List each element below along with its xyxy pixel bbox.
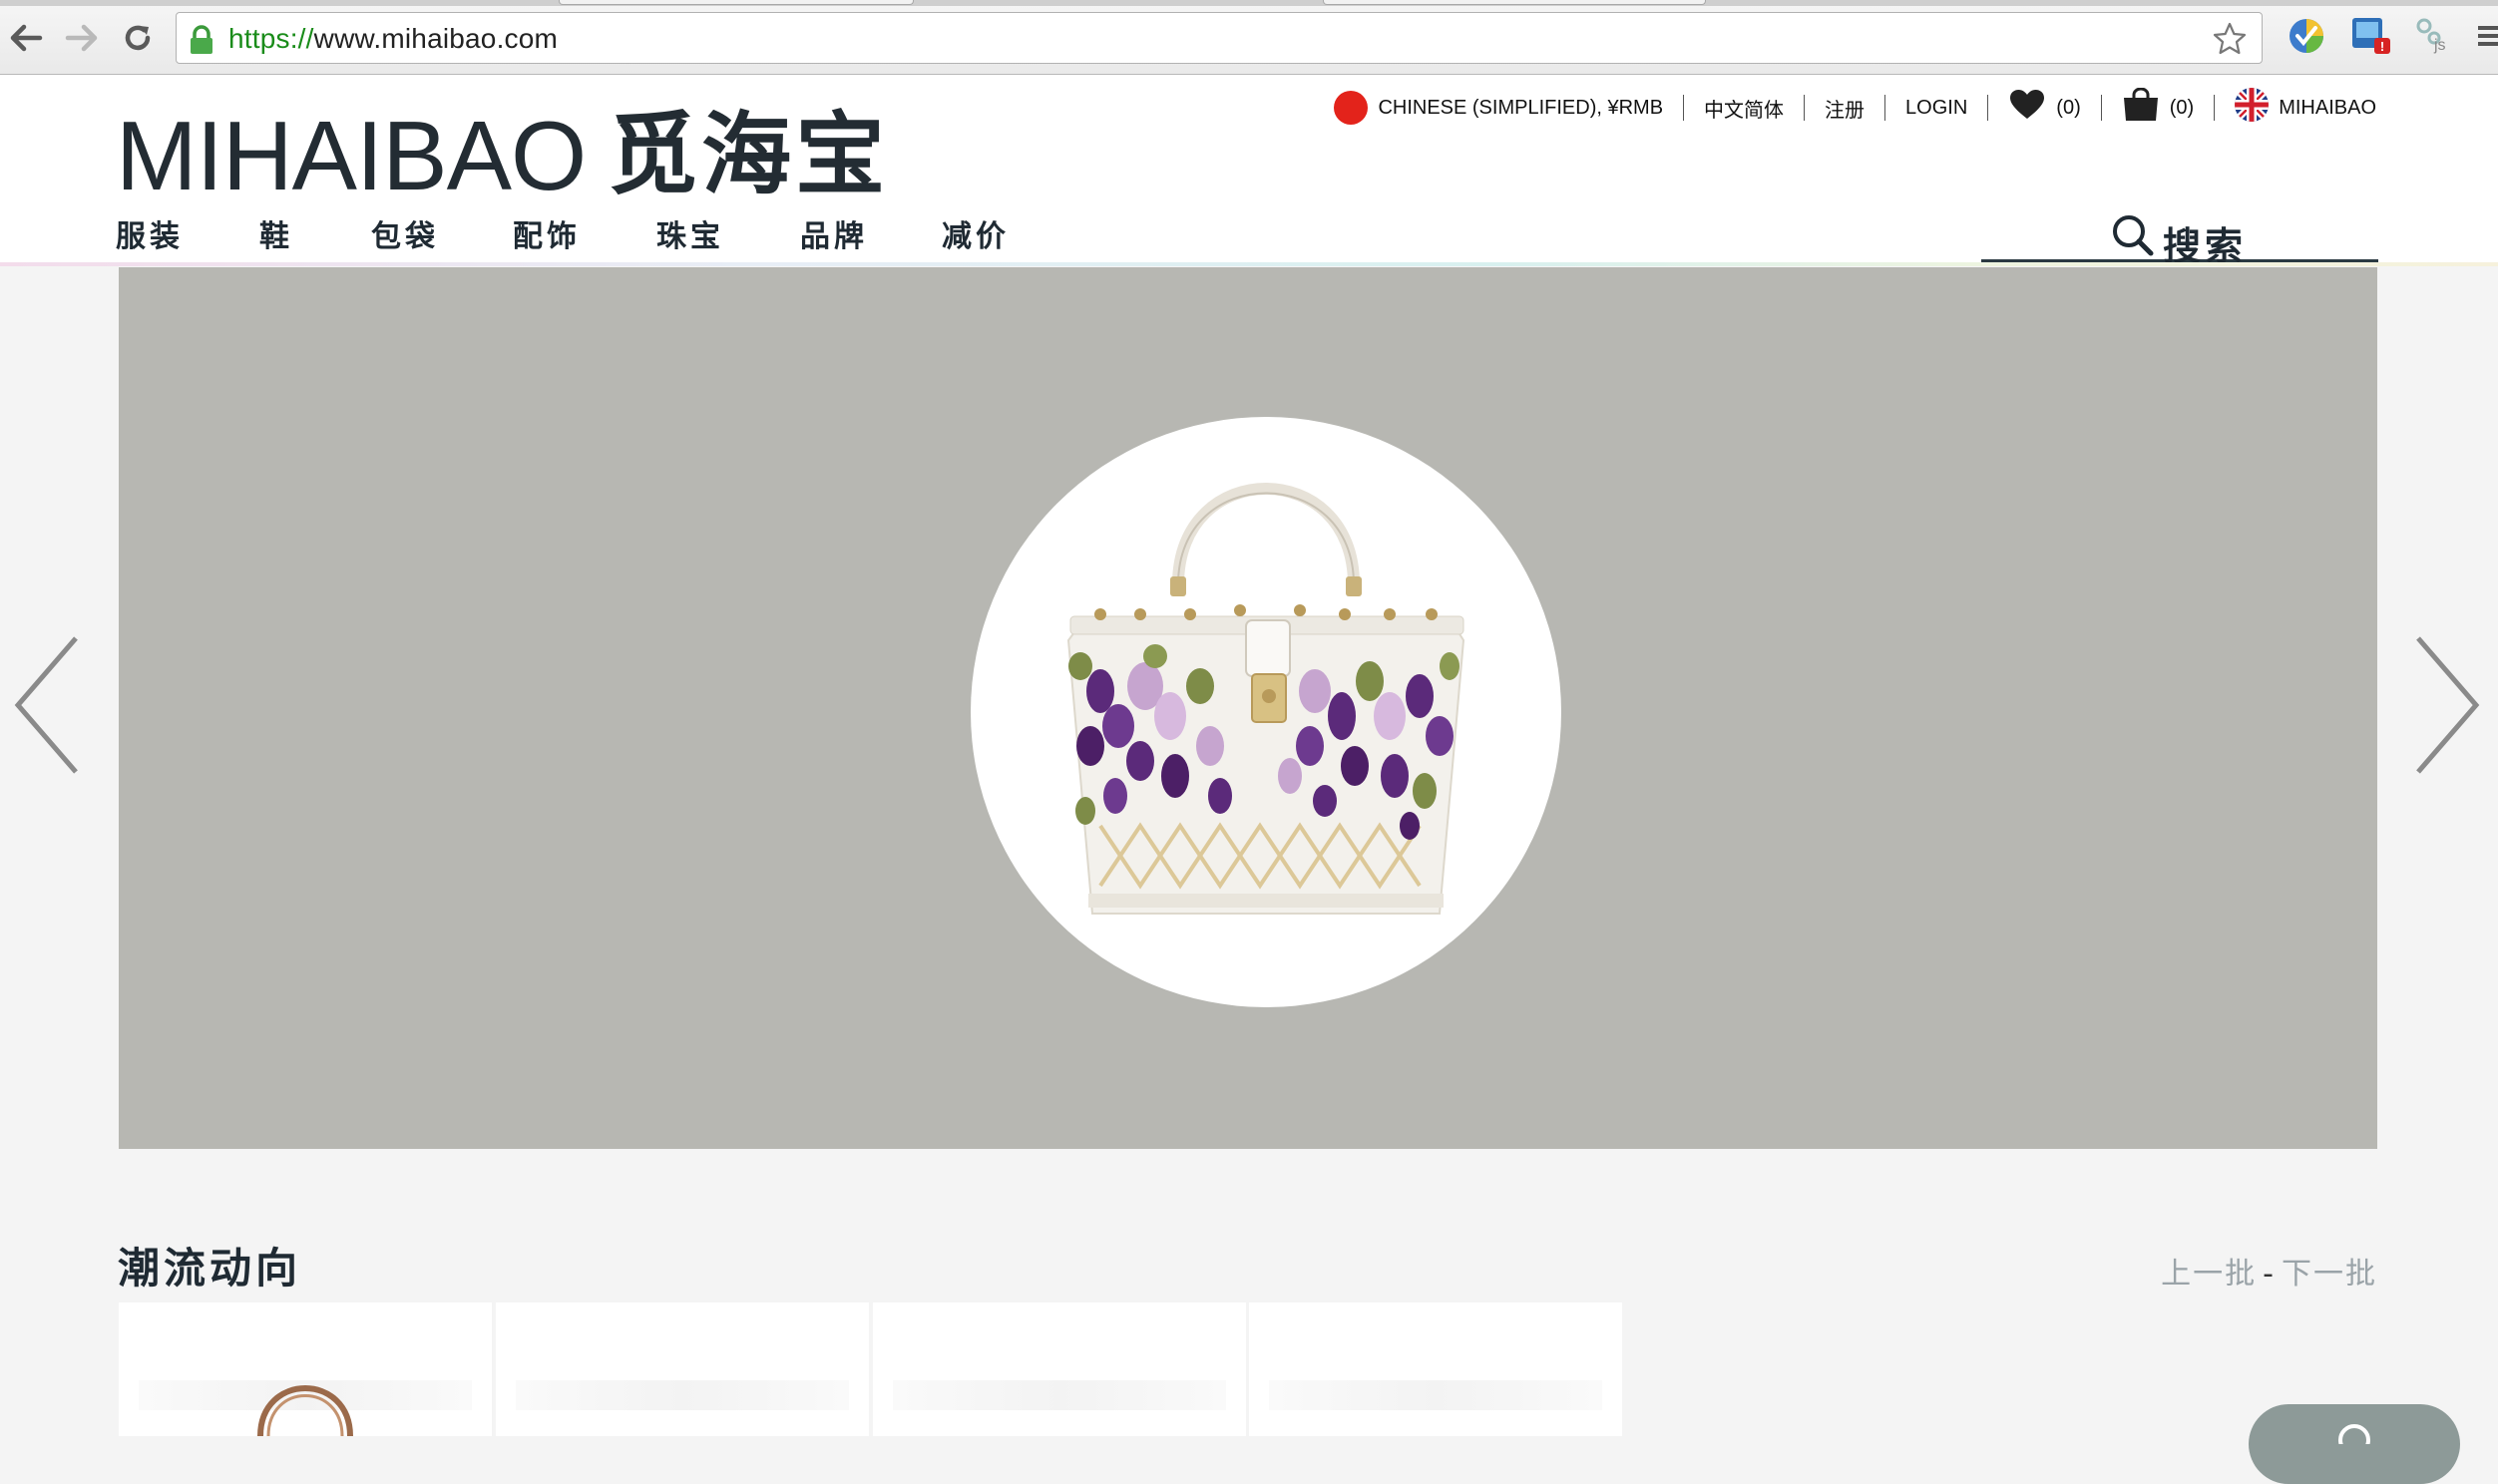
card-placeholder bbox=[516, 1380, 849, 1410]
register-label: 注册 bbox=[1825, 99, 1866, 122]
trends-pager: 上一批 - 下一批 bbox=[2161, 1249, 2377, 1293]
language-label: 中文简体 bbox=[1704, 99, 1785, 122]
nav-item-clothing[interactable]: 服装 bbox=[116, 211, 259, 255]
heart-icon bbox=[2008, 89, 2046, 127]
prev-batch-link[interactable]: 上一批 bbox=[2161, 1257, 2257, 1292]
product-card[interactable] bbox=[119, 1302, 492, 1436]
uk-flag-icon bbox=[2235, 88, 2270, 128]
account-label: MIHAIBAO bbox=[2279, 96, 2376, 119]
extension-shield-icon[interactable] bbox=[2285, 14, 2330, 60]
wishlist-count: (0) bbox=[2056, 96, 2081, 119]
carousel-next-arrow-icon[interactable] bbox=[2414, 634, 2480, 781]
cart-count: (0) bbox=[2169, 96, 2195, 119]
extension-monitor-icon[interactable]: ! bbox=[2348, 14, 2394, 60]
floral-handbag-image bbox=[1066, 483, 1465, 915]
nav-item-accessories[interactable]: 配饰 bbox=[513, 211, 656, 255]
menu-icon[interactable] bbox=[2472, 14, 2498, 60]
bag-handle-image bbox=[257, 1385, 353, 1436]
logo-latin: MIHAIBAO bbox=[116, 101, 587, 210]
register-link[interactable]: 注册 bbox=[1805, 94, 1884, 122]
nav-item-sale[interactable]: 减价 bbox=[942, 211, 1010, 255]
site-logo[interactable]: MIHAIBAO 觅海宝 bbox=[116, 101, 890, 210]
carousel-prev-arrow-icon[interactable] bbox=[14, 634, 80, 781]
region-label: CHINESE (SIMPLIFIED), ¥RMB bbox=[1378, 96, 1664, 119]
url-text[interactable]: https://www.mihaibao.com bbox=[228, 23, 558, 55]
pager-separator: - bbox=[2263, 1257, 2276, 1292]
hero-product-circle bbox=[971, 417, 1561, 1007]
address-bar[interactable]: https://www.mihaibao.com bbox=[176, 12, 2263, 64]
forward-icon[interactable] bbox=[62, 18, 102, 58]
china-flag-icon bbox=[1334, 91, 1369, 125]
logo-cjk: 觅海宝 bbox=[608, 103, 890, 207]
product-card[interactable] bbox=[496, 1302, 869, 1436]
url-scheme: https:// bbox=[228, 23, 314, 54]
login-label: LOGIN bbox=[1905, 96, 1968, 119]
card-placeholder bbox=[1269, 1380, 1602, 1410]
nav-item-bags[interactable]: 包袋 bbox=[371, 211, 513, 255]
search-icon bbox=[2111, 213, 2155, 262]
back-icon[interactable] bbox=[6, 18, 46, 58]
region-selector[interactable]: CHINESE (SIMPLIFIED), ¥RMB bbox=[1314, 91, 1683, 125]
shopping-bag-icon bbox=[2122, 87, 2160, 128]
chat-icon bbox=[2338, 1424, 2370, 1444]
cart-link[interactable]: (0) bbox=[2102, 87, 2214, 122]
nav-item-shoes[interactable]: 鞋 bbox=[259, 211, 371, 255]
svg-text:!: ! bbox=[2380, 39, 2384, 54]
url-host: www.mihaibao.com bbox=[313, 23, 559, 54]
browser-toolbar: https://www.mihaibao.com ! js bbox=[0, 0, 2498, 75]
extension-js-icon[interactable]: js bbox=[2412, 14, 2458, 60]
account-link[interactable]: MIHAIBAO bbox=[2215, 88, 2376, 122]
utility-bar: CHINESE (SIMPLIFIED), ¥RMB 中文简体 注册 LOGIN… bbox=[1314, 87, 2376, 125]
nav-item-jewelry[interactable]: 珠宝 bbox=[656, 211, 800, 255]
product-card[interactable] bbox=[1249, 1302, 1622, 1436]
card-placeholder bbox=[893, 1380, 1226, 1410]
search-box[interactable]: 搜索 bbox=[1981, 211, 2378, 268]
main-navigation: 服装 鞋 包袋 配饰 珠宝 品牌 减价 bbox=[116, 211, 1010, 255]
lock-icon bbox=[189, 25, 214, 60]
reload-icon[interactable] bbox=[118, 18, 158, 58]
language-link[interactable]: 中文简体 bbox=[1684, 94, 1804, 122]
header-divider bbox=[0, 262, 2498, 266]
browser-tab[interactable] bbox=[559, 0, 914, 5]
svg-text:js: js bbox=[2433, 37, 2446, 54]
login-link[interactable]: LOGIN bbox=[1885, 94, 1987, 122]
bookmark-star-icon[interactable] bbox=[2212, 21, 2248, 62]
product-card[interactable] bbox=[873, 1302, 1246, 1436]
nav-item-brands[interactable]: 品牌 bbox=[800, 211, 942, 255]
wishlist-link[interactable]: (0) bbox=[1988, 90, 2100, 122]
hero-banner[interactable] bbox=[119, 267, 2377, 1149]
tab-strip bbox=[0, 0, 2498, 6]
next-batch-link[interactable]: 下一批 bbox=[2282, 1257, 2377, 1292]
browser-tab[interactable] bbox=[1323, 0, 1706, 5]
trends-title: 潮流动向 bbox=[118, 1244, 302, 1293]
chat-widget-button[interactable] bbox=[2249, 1404, 2460, 1484]
